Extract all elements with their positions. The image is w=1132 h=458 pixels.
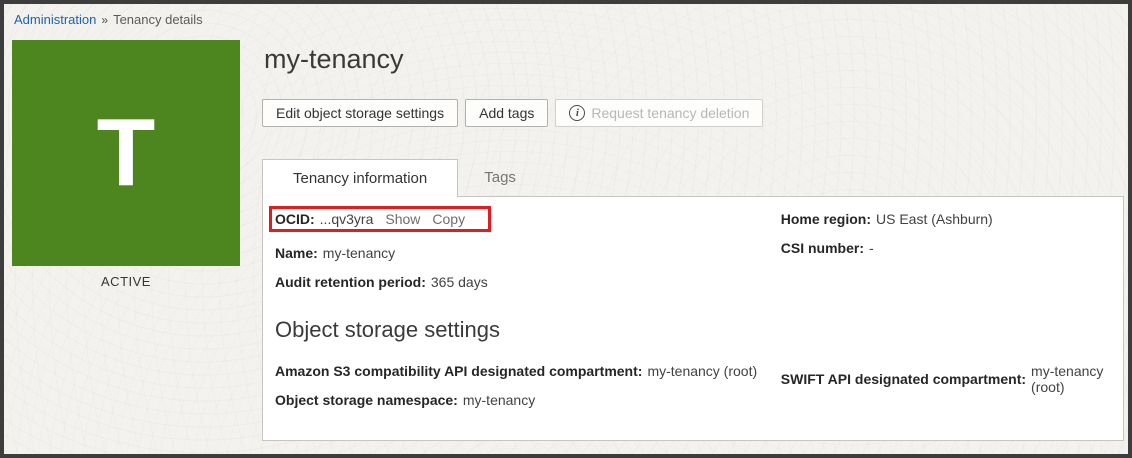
namespace-value: my-tenancy [463,392,535,408]
breadcrumb: Administration » Tenancy details [4,4,1128,31]
add-tags-button[interactable]: Add tags [465,99,548,127]
home-region-field-row: Home region: US East (Ashburn) [781,211,1111,227]
s3-compartment-field-row: Amazon S3 compatibility API designated c… [275,363,781,379]
audit-retention-label: Audit retention period: [275,274,426,290]
s3-compartment-label: Amazon S3 compatibility API designated c… [275,363,642,379]
page-title: my-tenancy [264,44,1124,75]
name-label: Name: [275,245,318,261]
main-content: T ACTIVE my-tenancy Edit object storage … [4,40,1128,441]
fields-left-column: OCID: ...qv3yra Show Copy Name: my-tenan… [275,211,781,303]
tenancy-information-fields: OCID: ...qv3yra Show Copy Name: my-tenan… [275,211,1111,303]
tab-tags[interactable]: Tags [458,159,542,196]
copy-ocid-link[interactable]: Copy [432,211,465,227]
action-buttons: Edit object storage settings Add tags i … [262,99,1124,127]
status-badge: ACTIVE [12,274,240,289]
breadcrumb-link-administration[interactable]: Administration [14,12,96,27]
audit-retention-value: 365 days [431,274,488,290]
edit-object-storage-settings-button[interactable]: Edit object storage settings [262,99,458,127]
tab-row: Tenancy information Tags [262,159,1124,196]
name-field-row: Name: my-tenancy [275,245,781,261]
namespace-label: Object storage namespace: [275,392,458,408]
object-storage-right-column: SWIFT API designated compartment: my-ten… [781,363,1111,421]
tabs-area: Tenancy information Tags OCID: ...qv3yra… [262,159,1124,441]
tab-tenancy-information[interactable]: Tenancy information [262,159,458,197]
tenancy-avatar: T [12,40,240,266]
tenancy-information-panel: OCID: ...qv3yra Show Copy Name: my-tenan… [262,196,1124,441]
object-storage-left-column: Amazon S3 compatibility API designated c… [275,363,781,421]
ocid-value: ...qv3yra [320,211,374,227]
s3-compartment-value: my-tenancy (root) [647,363,757,379]
home-region-value: US East (Ashburn) [876,211,993,227]
breadcrumb-current: Tenancy details [113,12,203,27]
home-region-label: Home region: [781,211,871,227]
csi-number-field-row: CSI number: - [781,240,1111,256]
object-storage-settings-heading: Object storage settings [275,317,1111,343]
swift-compartment-value: my-tenancy (root) [1031,363,1111,395]
details-column: my-tenancy Edit object storage settings … [262,40,1128,441]
request-tenancy-deletion-label: Request tenancy deletion [591,105,749,121]
tenancy-summary-column: T ACTIVE [12,40,262,441]
ocid-highlight-region: OCID: ...qv3yra Show Copy [269,206,491,232]
ocid-label: OCID: [275,211,315,227]
request-tenancy-deletion-button: i Request tenancy deletion [555,99,763,127]
ocid-field-row: OCID: ...qv3yra Show Copy [275,211,781,232]
object-storage-fields: Amazon S3 compatibility API designated c… [275,363,1111,421]
show-ocid-link[interactable]: Show [385,211,420,227]
breadcrumb-separator: » [101,13,108,27]
swift-compartment-field-row: SWIFT API designated compartment: my-ten… [781,363,1111,395]
swift-compartment-label: SWIFT API designated compartment: [781,371,1026,387]
info-icon: i [569,105,585,121]
namespace-field-row: Object storage namespace: my-tenancy [275,392,781,408]
tenancy-avatar-letter: T [97,105,156,201]
audit-retention-field-row: Audit retention period: 365 days [275,274,781,290]
fields-right-column: Home region: US East (Ashburn) CSI numbe… [781,211,1111,303]
csi-number-value: - [869,240,874,256]
name-value: my-tenancy [323,245,395,261]
csi-number-label: CSI number: [781,240,864,256]
